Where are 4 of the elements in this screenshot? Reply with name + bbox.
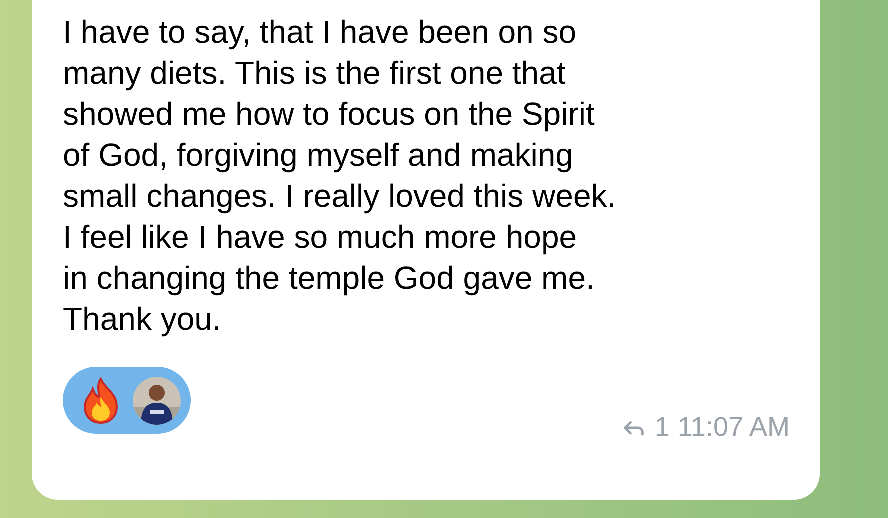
- message-text: I have to say, that I have been on so many diets. This is the first one that showed me how to focus on the Spirit of God, forgiving myself and making small changes. I really loved this week. I feel like I have so much more hope in changing the temple God gave me. Thank you.: [63, 13, 618, 339]
- fire-icon: [81, 376, 121, 424]
- message-time: 11:07 AM: [678, 412, 790, 443]
- reply-count: 1: [654, 412, 670, 443]
